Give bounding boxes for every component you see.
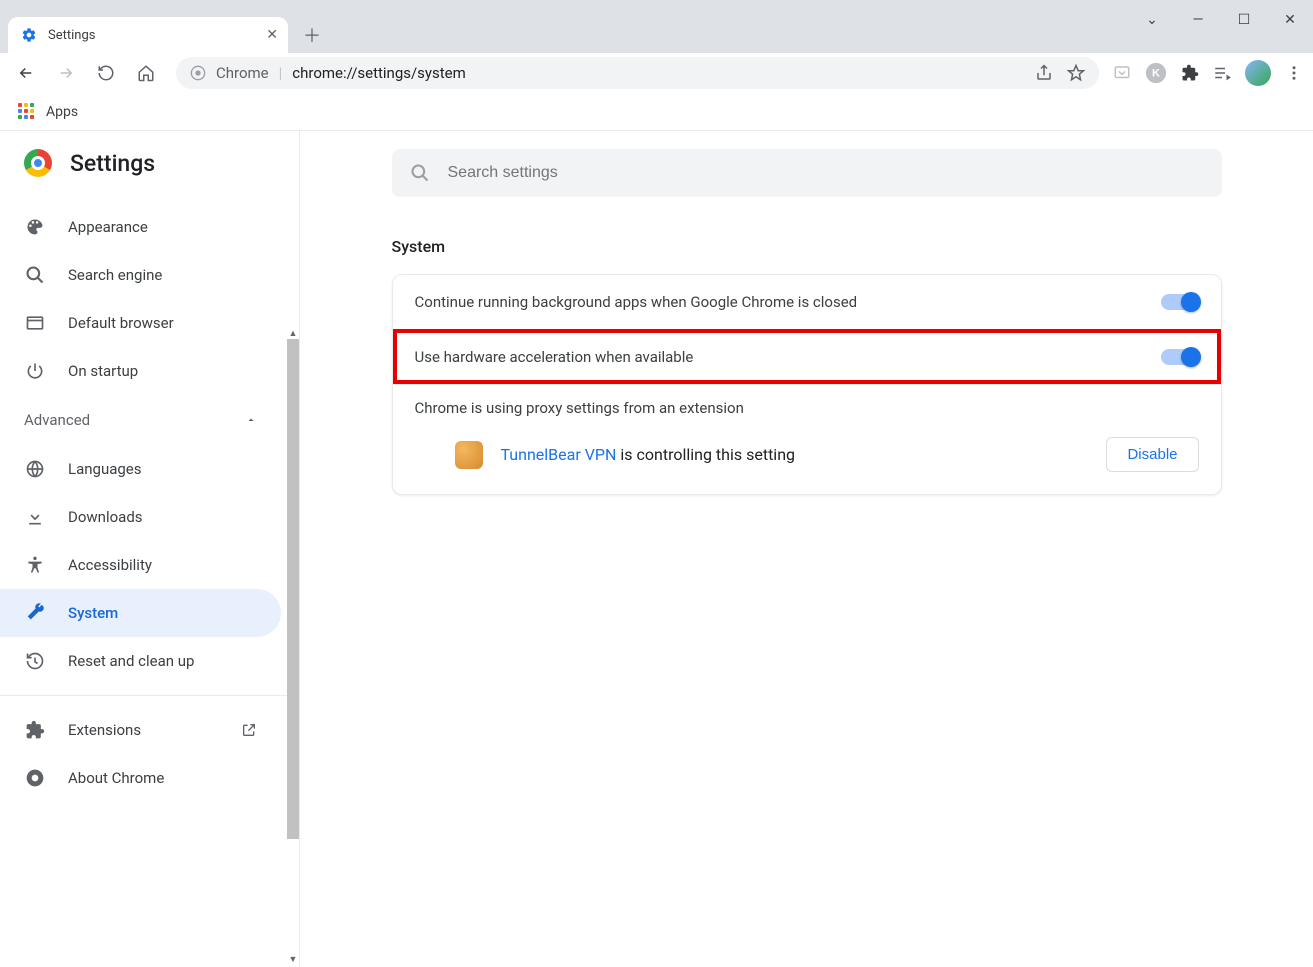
browser-toolbar: Chrome | chrome://settings/system K (0, 53, 1313, 93)
row-proxy-settings: Chrome is using proxy settings from an e… (393, 384, 1221, 494)
restore-icon (24, 650, 46, 672)
settings-search-box[interactable] (392, 149, 1222, 197)
sidebar-item-label: Reset and clean up (68, 652, 194, 670)
scrollbar-down-arrow[interactable]: ▼ (287, 953, 299, 965)
settings-content: System Continue running background apps … (300, 131, 1313, 967)
download-icon (24, 506, 46, 528)
sidebar-section-advanced[interactable]: Advanced (0, 395, 281, 445)
sidebar-item-label: About Chrome (68, 769, 164, 787)
sidebar-item-label: Extensions (68, 721, 141, 739)
sidebar-item-about[interactable]: About Chrome (0, 754, 281, 802)
palette-icon (24, 216, 46, 238)
sidebar-divider (0, 695, 299, 696)
proxy-extension-text: TunnelBear VPN is controlling this setti… (501, 445, 796, 464)
window-maximize-button[interactable]: ☐ (1221, 0, 1267, 40)
search-icon (24, 264, 46, 286)
row-hardware-acceleration: Use hardware acceleration when available (393, 329, 1221, 384)
extension-k-icon[interactable]: K (1145, 62, 1167, 84)
settings-search-input[interactable] (448, 164, 1204, 182)
profile-avatar[interactable] (1245, 60, 1271, 86)
scrollbar-up-arrow[interactable]: ▲ (287, 327, 299, 339)
window-minimize-button[interactable]: — (1175, 0, 1221, 40)
sidebar-item-label: Downloads (68, 508, 143, 526)
sidebar-header: Settings (0, 131, 299, 203)
sidebar-item-label: Search engine (68, 266, 162, 284)
system-settings-card: Continue running background apps when Go… (392, 274, 1222, 495)
bookmark-star-icon[interactable] (1067, 64, 1085, 82)
svg-text:K: K (1152, 68, 1160, 80)
bookmarks-apps-label[interactable]: Apps (46, 104, 78, 120)
sidebar-item-search-engine[interactable]: Search engine (0, 251, 281, 299)
globe-icon (24, 458, 46, 480)
back-button[interactable] (10, 57, 42, 89)
chrome-menu-button[interactable] (1285, 64, 1303, 82)
wrench-icon (24, 602, 46, 624)
extension-tail: is controlling this setting (616, 445, 795, 464)
sidebar-item-label: Appearance (68, 218, 148, 236)
search-icon (410, 163, 430, 183)
settings-gear-icon (18, 24, 40, 46)
toggle-background-apps[interactable] (1161, 294, 1199, 310)
share-icon[interactable] (1035, 64, 1053, 82)
omnibox-prefix: Chrome (216, 64, 269, 82)
reload-button[interactable] (90, 57, 122, 89)
window-dropdown-icon[interactable]: ⌄ (1129, 0, 1175, 40)
bookmarks-bar: Apps (0, 93, 1313, 131)
chrome-icon (24, 767, 46, 789)
section-heading: System (392, 237, 1222, 256)
sidebar-item-languages[interactable]: Languages (0, 445, 281, 493)
sidebar-item-label: Accessibility (68, 556, 152, 574)
sidebar-item-on-startup[interactable]: On startup (0, 347, 281, 395)
scrollbar-thumb[interactable] (287, 339, 299, 839)
power-icon (24, 360, 46, 382)
sidebar-item-accessibility[interactable]: Accessibility (0, 541, 281, 589)
browser-window-icon (24, 312, 46, 334)
chrome-logo-icon (24, 149, 52, 177)
home-button[interactable] (130, 57, 162, 89)
browser-tab-strip: Settings ✕ ＋ ⌄ — ☐ ✕ (0, 0, 1313, 53)
address-bar[interactable]: Chrome | chrome://settings/system (176, 57, 1099, 89)
sidebar-item-system[interactable]: System (0, 589, 281, 637)
sidebar-item-label: Default browser (68, 314, 174, 332)
sidebar-item-reset[interactable]: Reset and clean up (0, 637, 281, 685)
page-title: Settings (70, 150, 155, 177)
window-close-button[interactable]: ✕ (1267, 0, 1313, 40)
accessibility-icon (24, 554, 46, 576)
sidebar-item-default-browser[interactable]: Default browser (0, 299, 281, 347)
omnibox-url: chrome://settings/system (292, 64, 465, 82)
media-control-icon[interactable] (1213, 64, 1231, 82)
proxy-heading: Chrome is using proxy settings from an e… (415, 399, 1199, 417)
settings-sidebar: Settings Appearance Search engine Defaul… (0, 131, 300, 967)
sidebar-item-appearance[interactable]: Appearance (0, 203, 281, 251)
browser-tab-active[interactable]: Settings ✕ (8, 17, 288, 53)
sidebar-item-label: System (68, 604, 118, 622)
sidebar-item-label: Languages (68, 460, 142, 478)
toggle-hardware-acceleration[interactable] (1161, 349, 1199, 365)
puzzle-icon (24, 719, 46, 741)
tunnelbear-icon (455, 441, 483, 469)
sidebar-item-extensions[interactable]: Extensions (0, 706, 281, 754)
external-link-icon (241, 722, 257, 738)
new-tab-button[interactable]: ＋ (298, 21, 326, 49)
advanced-label: Advanced (24, 411, 90, 429)
row-background-apps: Continue running background apps when Go… (393, 275, 1221, 329)
window-controls: ⌄ — ☐ ✕ (1129, 0, 1313, 40)
forward-button[interactable] (50, 57, 82, 89)
extension-link[interactable]: TunnelBear VPN (501, 445, 617, 464)
tab-close-icon[interactable]: ✕ (266, 27, 278, 43)
apps-grid-icon[interactable] (18, 103, 36, 121)
sidebar-item-label: On startup (68, 362, 138, 380)
extensions-puzzle-icon[interactable] (1181, 64, 1199, 82)
row-label: Use hardware acceleration when available (415, 348, 694, 366)
site-info-icon[interactable] (190, 65, 206, 81)
pocket-icon[interactable] (1113, 64, 1131, 82)
sidebar-item-downloads[interactable]: Downloads (0, 493, 281, 541)
chevron-up-icon (245, 414, 257, 426)
disable-button[interactable]: Disable (1106, 437, 1198, 472)
row-label: Continue running background apps when Go… (415, 293, 858, 311)
tab-title: Settings (48, 28, 95, 43)
